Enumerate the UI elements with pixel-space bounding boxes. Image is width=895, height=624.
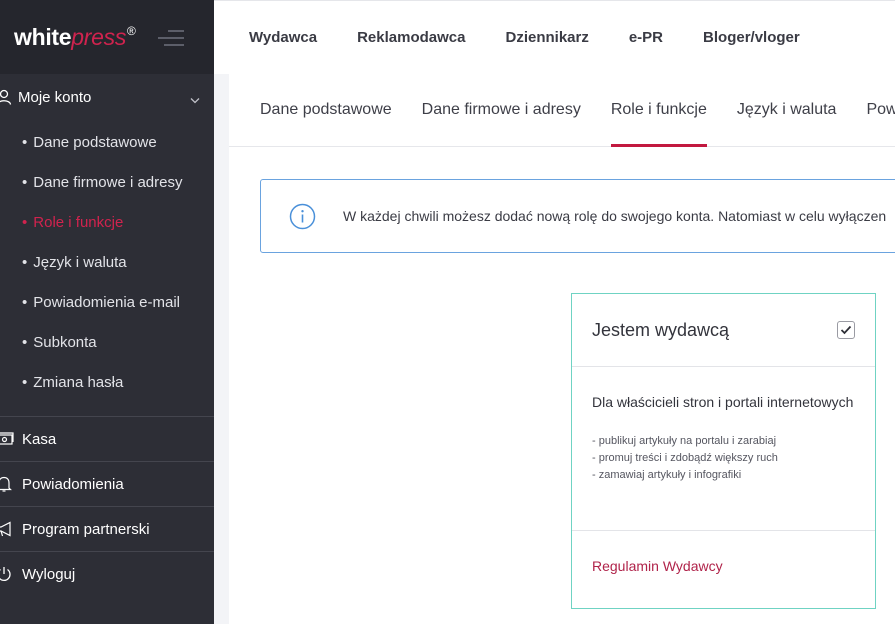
info-text: W każdej chwili możesz dodać nową rolę d…: [343, 208, 887, 224]
sidebar-item-account[interactable]: Moje konto: [0, 74, 214, 120]
submenu-item-basic-data[interactable]: • Dane podstawowe: [0, 122, 214, 162]
logo[interactable]: whitepress®: [14, 24, 136, 51]
submenu-item-label: Dane podstawowe: [33, 133, 157, 151]
sidebar-item-logout[interactable]: Wyloguj: [0, 551, 214, 596]
power-icon: [0, 565, 14, 583]
cash-icon: [0, 430, 14, 448]
submenu-item-label: Zmiana hasła: [33, 373, 124, 391]
submenu-item-subaccounts[interactable]: • Subkonta: [0, 322, 214, 362]
checkmark-icon: [840, 325, 852, 335]
role-card-description: Dla właścicieli stron i portali internet…: [592, 394, 854, 410]
sidebar-item-kasa-label: Kasa: [22, 430, 57, 448]
info-icon: [289, 203, 316, 230]
publisher-terms-link[interactable]: Regulamin Wydawcy: [592, 558, 723, 574]
tab-notifications[interactable]: Powi: [866, 74, 895, 147]
submenu-item-roles[interactable]: • Role i funkcje: [0, 202, 214, 242]
role-card-bullet: - zamawiaj artykuły i infografiki: [592, 469, 742, 481]
role-card-bullet: - promuj treści i zdobądź większy ruch: [592, 452, 778, 464]
sidebar-item-logout-label: Wyloguj: [22, 565, 76, 583]
logo-bar: whitepress®: [0, 0, 214, 74]
nav-item-publisher[interactable]: Wydawca: [249, 29, 317, 46]
submenu-item-language[interactable]: • Język i waluta: [0, 242, 214, 282]
role-card-body: Dla właścicieli stron i portali internet…: [572, 367, 875, 531]
sidebar-item-partner-label: Program partnerski: [22, 520, 150, 538]
role-card-bullets: - publikuj artykuły na portalu i zarabia…: [592, 433, 855, 484]
nav-item-blogger[interactable]: Bloger/vloger: [703, 29, 800, 46]
logo-registered-mark: ®: [127, 23, 136, 38]
tab-language[interactable]: Język i waluta: [737, 74, 837, 147]
sidebar-item-notifications-label: Powiadomienia: [22, 475, 124, 493]
hamburger-menu-icon[interactable]: [158, 30, 184, 46]
account-tabs: Dane podstawowe Dane firmowe i adresy Ro…: [229, 74, 895, 147]
nav-item-epr[interactable]: e-PR: [629, 29, 663, 46]
account-submenu: • Dane podstawowe • Dane firmowe i adresy …: [0, 120, 214, 402]
logo-white-text: white: [14, 23, 72, 50]
nav-item-journalist[interactable]: Dziennikarz: [505, 29, 588, 46]
submenu-item-company-data[interactable]: • Dane firmowe i adresy: [0, 162, 214, 202]
submenu-item-label: Powiadomienia e-mail: [33, 293, 180, 311]
submenu-item-label: Subkonta: [33, 333, 97, 351]
role-card-title: Jestem wydawcą: [592, 319, 730, 340]
submenu-item-email-notifications[interactable]: • Powiadomienia e-mail: [0, 282, 214, 322]
user-icon: [0, 89, 12, 105]
main-content: Dane podstawowe Dane firmowe i adresy Ro…: [229, 74, 895, 624]
role-card-bullet: - publikuj artykuły na portalu i zarabia…: [592, 435, 777, 447]
submenu-item-label: Role i funkcje: [33, 213, 124, 231]
role-card-footer: Regulamin Wydawcy: [572, 531, 875, 576]
tab-basic-data[interactable]: Dane podstawowe: [260, 74, 392, 147]
sidebar: whitepress® Moje konto • Dane podstawowe …: [0, 0, 214, 624]
sidebar-item-partner-program[interactable]: Program partnerski: [0, 506, 214, 551]
submenu-item-label: Dane firmowe i adresy: [33, 173, 183, 191]
role-card-publisher: Jestem wydawcą Dla właścicieli stron i p…: [571, 293, 876, 609]
sidebar-item-notifications[interactable]: Powiadomienia: [0, 461, 214, 506]
sidebar-item-account-label: Moje konto: [18, 88, 92, 106]
megaphone-icon: [0, 520, 14, 538]
nav-item-advertiser[interactable]: Reklamodawca: [357, 29, 465, 46]
sidebar-item-kasa[interactable]: Kasa: [0, 416, 214, 461]
role-card-header: Jestem wydawcą: [572, 294, 875, 367]
submenu-item-label: Język i waluta: [33, 253, 127, 271]
top-navigation: Wydawca Reklamodawca Dziennikarz e-PR Bl…: [214, 0, 895, 74]
role-checkbox[interactable]: [837, 321, 855, 339]
info-alert: W każdej chwili możesz dodać nową rolę d…: [260, 179, 895, 253]
submenu-item-change-password[interactable]: • Zmiana hasła: [0, 362, 214, 402]
bell-icon: [0, 475, 14, 493]
tab-roles[interactable]: Role i funkcje: [610, 74, 707, 147]
logo-press-text: press: [71, 23, 127, 50]
tab-company-data[interactable]: Dane firmowe i adresy: [422, 74, 581, 147]
chevron-down-icon[interactable]: [190, 91, 200, 109]
